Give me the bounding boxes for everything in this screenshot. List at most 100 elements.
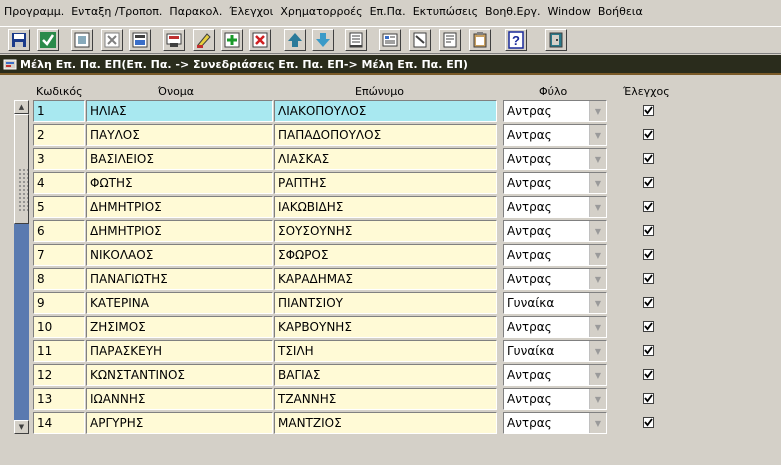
check-checkbox[interactable] bbox=[643, 153, 654, 164]
gender-select[interactable]: Αντρας ▼ bbox=[503, 124, 607, 146]
gender-select[interactable]: Αντρας ▼ bbox=[503, 220, 607, 242]
first-name-field[interactable]: ΗΛΙΑΣ bbox=[86, 100, 273, 122]
code-field[interactable]: 5 bbox=[33, 196, 85, 218]
clear-block-button[interactable] bbox=[193, 29, 215, 51]
last-name-field[interactable]: ΛΙΑΚΟΠΟΥΛΟΣ bbox=[274, 100, 497, 122]
last-name-field[interactable]: ΚΑΡΑΔΗΜΑΣ bbox=[274, 268, 497, 290]
code-field[interactable]: 10 bbox=[33, 316, 85, 338]
check-checkbox[interactable] bbox=[643, 321, 654, 332]
menu-item[interactable]: Έλεγχοι bbox=[229, 5, 273, 18]
last-name-field[interactable]: ΤΣΙΛΗ bbox=[274, 340, 497, 362]
first-name-field[interactable]: ΠΑΡΑΣΚΕΥΗ bbox=[86, 340, 273, 362]
code-field[interactable]: 12 bbox=[33, 364, 85, 386]
dropdown-button[interactable]: ▼ bbox=[589, 341, 606, 361]
last-name-field[interactable]: ΡΑΠΤΗΣ bbox=[274, 172, 497, 194]
menu-item[interactable]: Βοήθεια bbox=[598, 5, 643, 18]
gender-select[interactable]: Αντρας ▼ bbox=[503, 388, 607, 410]
menu-item[interactable]: Χρηματορροές bbox=[280, 5, 362, 18]
code-field[interactable]: 14 bbox=[33, 412, 85, 434]
last-name-field[interactable]: ΠΙΑΝΤΣΙΟΥ bbox=[274, 292, 497, 314]
query-button[interactable] bbox=[71, 29, 93, 51]
edit-field-button[interactable] bbox=[379, 29, 401, 51]
menu-item[interactable]: Παρακολ. bbox=[169, 5, 222, 18]
delete-record-button[interactable] bbox=[249, 29, 271, 51]
check-checkbox[interactable] bbox=[643, 393, 654, 404]
dropdown-button[interactable]: ▼ bbox=[589, 101, 606, 121]
check-checkbox[interactable] bbox=[643, 273, 654, 284]
menu-item[interactable]: Window bbox=[547, 5, 590, 18]
menu-item[interactable]: Ενταξη /Τροποπ. bbox=[71, 5, 162, 18]
dropdown-button[interactable]: ▼ bbox=[589, 197, 606, 217]
check-checkbox[interactable] bbox=[643, 249, 654, 260]
execute-query-button[interactable] bbox=[129, 29, 151, 51]
first-name-field[interactable]: ΑΡΓΥΡΗΣ bbox=[86, 412, 273, 434]
gender-select[interactable]: Αντρας ▼ bbox=[503, 364, 607, 386]
dropdown-button[interactable]: ▼ bbox=[589, 221, 606, 241]
check-checkbox[interactable] bbox=[643, 177, 654, 188]
first-name-field[interactable]: ΔΗΜΗΤΡΙΟΣ bbox=[86, 220, 273, 242]
gender-select[interactable]: Γυναίκα ▼ bbox=[503, 340, 607, 362]
first-name-field[interactable]: ΒΑΣΙΛΕΙΟΣ bbox=[86, 148, 273, 170]
menu-item[interactable]: Προγραμμ. bbox=[4, 5, 64, 18]
dropdown-button[interactable]: ▼ bbox=[589, 317, 606, 337]
code-field[interactable]: 1 bbox=[33, 100, 85, 122]
menu-item[interactable]: Εκτυπώσεις bbox=[413, 5, 478, 18]
code-field[interactable]: 4 bbox=[33, 172, 85, 194]
exit-button[interactable] bbox=[545, 29, 567, 51]
dropdown-button[interactable]: ▼ bbox=[589, 149, 606, 169]
list-values-button[interactable] bbox=[345, 29, 367, 51]
last-name-field[interactable]: ΛΙΑΣΚΑΣ bbox=[274, 148, 497, 170]
first-name-field[interactable]: ΠΑΝΑΓΙΩΤΗΣ bbox=[86, 268, 273, 290]
last-name-field[interactable]: ΒΑΓΙΑΣ bbox=[274, 364, 497, 386]
report-button[interactable] bbox=[439, 29, 461, 51]
clipboard-button[interactable] bbox=[469, 29, 491, 51]
first-name-field[interactable]: ΔΗΜΗΤΡΙΟΣ bbox=[86, 196, 273, 218]
dropdown-button[interactable]: ▼ bbox=[589, 413, 606, 433]
check-checkbox[interactable] bbox=[643, 369, 654, 380]
first-name-field[interactable]: ΠΑΥΛΟΣ bbox=[86, 124, 273, 146]
check-checkbox[interactable] bbox=[643, 201, 654, 212]
dropdown-button[interactable]: ▼ bbox=[589, 293, 606, 313]
first-name-field[interactable]: ΝΙΚΟΛΑΟΣ bbox=[86, 244, 273, 266]
last-name-field[interactable]: ΣΦΩΡΟΣ bbox=[274, 244, 497, 266]
code-field[interactable]: 11 bbox=[33, 340, 85, 362]
code-field[interactable]: 8 bbox=[33, 268, 85, 290]
first-name-field[interactable]: ΚΩΝΣΤΑΝΤΙΝΟΣ bbox=[86, 364, 273, 386]
last-name-field[interactable]: ΠΑΠΑΔΟΠΟΥΛΟΣ bbox=[274, 124, 497, 146]
dropdown-button[interactable]: ▼ bbox=[589, 245, 606, 265]
first-name-field[interactable]: ΖΗΣΙΜΟΣ bbox=[86, 316, 273, 338]
gender-select[interactable]: Αντρας ▼ bbox=[503, 412, 607, 434]
dropdown-button[interactable]: ▼ bbox=[589, 365, 606, 385]
first-name-field[interactable]: ΦΩΤΗΣ bbox=[86, 172, 273, 194]
accept-button[interactable] bbox=[37, 29, 59, 51]
check-checkbox[interactable] bbox=[643, 225, 654, 236]
dropdown-button[interactable]: ▼ bbox=[589, 389, 606, 409]
code-field[interactable]: 7 bbox=[33, 244, 85, 266]
gender-select[interactable]: Αντρας ▼ bbox=[503, 100, 607, 122]
code-field[interactable]: 2 bbox=[33, 124, 85, 146]
help-button[interactable]: ? bbox=[505, 29, 527, 51]
check-checkbox[interactable] bbox=[643, 297, 654, 308]
last-name-field[interactable]: ΜΑΝΤΖΙΟΣ bbox=[274, 412, 497, 434]
last-name-field[interactable]: ΤΖΑΝΝΗΣ bbox=[274, 388, 497, 410]
last-name-field[interactable]: ΚΑΡΒΟΥΝΗΣ bbox=[274, 316, 497, 338]
cancel-query-button[interactable] bbox=[101, 29, 123, 51]
first-name-field[interactable]: ΙΩΑΝΝΗΣ bbox=[86, 388, 273, 410]
last-name-field[interactable]: ΙΑΚΩΒΙΔΗΣ bbox=[274, 196, 497, 218]
check-checkbox[interactable] bbox=[643, 129, 654, 140]
next-record-button[interactable] bbox=[312, 29, 334, 51]
menu-item[interactable]: Βοηθ.Εργ. bbox=[485, 5, 540, 18]
gender-select[interactable]: Αντρας ▼ bbox=[503, 316, 607, 338]
gender-select[interactable]: Αντρας ▼ bbox=[503, 196, 607, 218]
previous-record-button[interactable] bbox=[284, 29, 306, 51]
gender-select[interactable]: Γυναίκα ▼ bbox=[503, 292, 607, 314]
dropdown-button[interactable]: ▼ bbox=[589, 125, 606, 145]
code-field[interactable]: 9 bbox=[33, 292, 85, 314]
code-field[interactable]: 3 bbox=[33, 148, 85, 170]
check-checkbox[interactable] bbox=[643, 105, 654, 116]
insert-record-button[interactable] bbox=[221, 29, 243, 51]
save-button[interactable] bbox=[8, 29, 30, 51]
code-field[interactable]: 13 bbox=[33, 388, 85, 410]
dropdown-button[interactable]: ▼ bbox=[589, 173, 606, 193]
gender-select[interactable]: Αντρας ▼ bbox=[503, 172, 607, 194]
